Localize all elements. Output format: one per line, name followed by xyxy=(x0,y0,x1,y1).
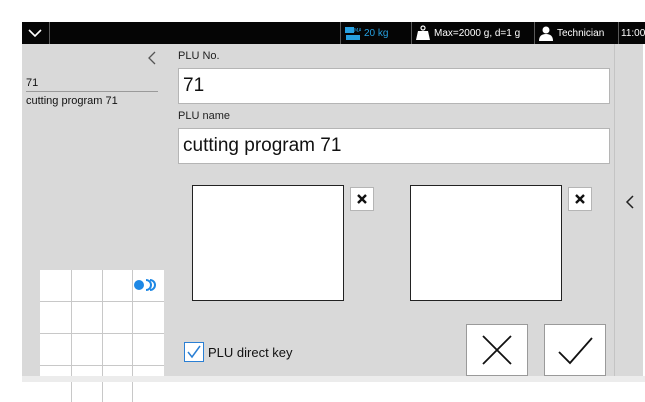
active-key-icon xyxy=(133,278,163,291)
key-cell[interactable] xyxy=(40,334,72,366)
key-cell[interactable] xyxy=(40,366,72,402)
checkmark-icon xyxy=(187,345,201,359)
divider xyxy=(340,22,341,44)
image-slot-1[interactable] xyxy=(192,185,344,301)
key-cell[interactable] xyxy=(133,366,164,402)
chevron-down-icon[interactable] xyxy=(26,24,44,42)
user-indicator: Technician xyxy=(538,22,604,44)
cancel-icon xyxy=(482,335,512,365)
key-cell[interactable] xyxy=(40,302,72,334)
svg-text:MAX: MAX xyxy=(354,28,361,34)
weight-icon xyxy=(415,25,431,41)
image-slot-2[interactable] xyxy=(410,185,562,301)
cancel-button[interactable] xyxy=(466,324,528,376)
scale-icon: MAX xyxy=(345,25,366,41)
user-icon xyxy=(538,25,554,41)
plu-no-field[interactable]: 71 xyxy=(178,68,610,104)
plu-direct-key-label: PLU direct key xyxy=(208,344,293,360)
left-plu-number: 71 xyxy=(26,77,39,89)
key-cell[interactable] xyxy=(103,334,133,366)
bottom-bar xyxy=(22,376,645,382)
main-area: 71 cutting program 71 PLU No. 71 PLU nam… xyxy=(22,44,643,402)
divider xyxy=(26,91,158,92)
key-cell[interactable] xyxy=(72,302,103,334)
checkbox-box[interactable] xyxy=(184,342,204,362)
key-cell[interactable] xyxy=(133,334,164,366)
confirm-button[interactable] xyxy=(544,324,606,376)
range-text: Max=2000 g, d=1 g xyxy=(434,27,521,39)
plu-direct-key-checkbox[interactable]: PLU direct key xyxy=(184,342,293,362)
right-panel-toggle[interactable] xyxy=(614,44,643,376)
range-indicator: Max=2000 g, d=1 g xyxy=(415,22,520,44)
direct-key-grid[interactable] xyxy=(40,270,164,402)
user-name: Technician xyxy=(557,27,605,39)
plu-form: PLU No. 71 PLU name cutting program 71 P… xyxy=(172,44,632,376)
key-cell[interactable] xyxy=(103,366,133,402)
delete-x-icon xyxy=(357,194,367,204)
divider xyxy=(534,22,535,44)
clock: 11:00 xyxy=(621,22,645,44)
divider xyxy=(411,22,412,44)
delete-image-1-button[interactable] xyxy=(350,187,374,211)
max-capacity-text: 20 kg xyxy=(364,27,389,39)
key-cell[interactable] xyxy=(40,270,72,302)
left-plu-name: cutting program 71 xyxy=(26,95,118,107)
delete-x-icon xyxy=(575,194,585,204)
divider xyxy=(618,22,619,44)
key-cell[interactable] xyxy=(103,270,133,302)
key-cell[interactable] xyxy=(133,302,164,334)
plu-name-field[interactable]: cutting program 71 xyxy=(178,128,610,164)
delete-image-2-button[interactable] xyxy=(568,187,592,211)
key-cell[interactable] xyxy=(72,270,103,302)
app-window: MAX 20 kg Max=2000 g, d=1 g xyxy=(22,22,645,402)
key-cell[interactable] xyxy=(103,302,133,334)
clock-time: 11:00 xyxy=(621,27,645,39)
max-capacity-indicator: MAX 20 kg xyxy=(345,22,388,44)
divider xyxy=(49,22,50,44)
side-arrow-icon[interactable] xyxy=(623,194,637,210)
back-arrow-icon[interactable] xyxy=(144,50,160,66)
key-cell[interactable] xyxy=(72,366,103,402)
key-cell[interactable] xyxy=(72,334,103,366)
confirm-icon xyxy=(558,337,593,365)
plu-name-label: PLU name xyxy=(178,110,230,122)
plu-no-label: PLU No. xyxy=(178,50,220,62)
status-bar: MAX 20 kg Max=2000 g, d=1 g xyxy=(22,22,645,44)
